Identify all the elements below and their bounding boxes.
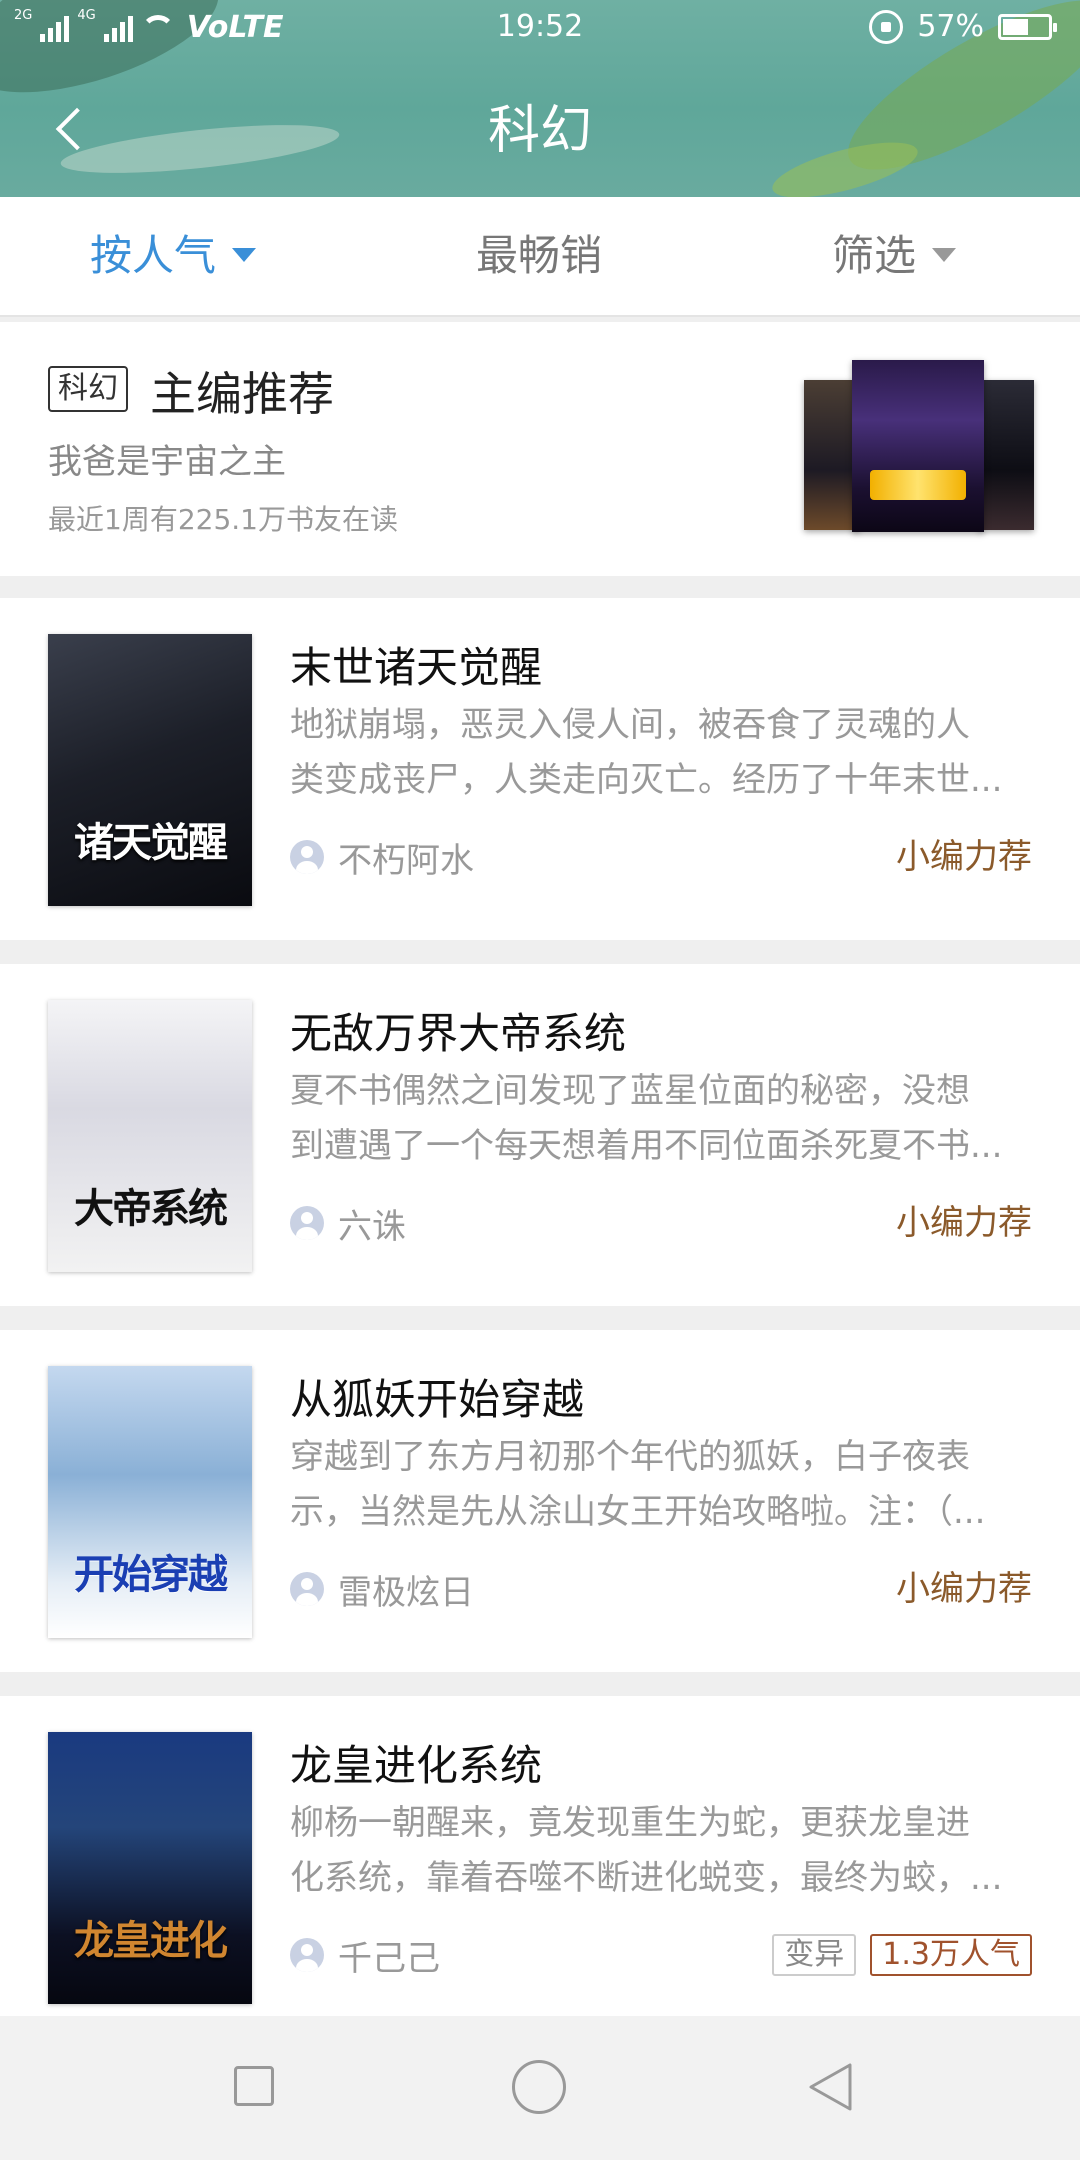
book-description: 柳杨一朝醒来，竟发现重生为蛇，更获龙皇进 化系统，靠着吞噬不断进化蜕变，最终为蛟… [290, 1796, 1034, 1906]
caret-down-icon [932, 247, 957, 262]
description-line: 类变成丧尸，人类走向灭亡。经历了十年末世... [290, 760, 1003, 800]
book-title: 从狐妖开始穿越 [290, 1375, 585, 1424]
sort-tabs: 按人气 最畅销 筛选 [0, 197, 1080, 317]
author-name: 六诛 [338, 1206, 406, 1247]
author-name: 千己己 [338, 1938, 440, 1979]
system-nav-bar [0, 2016, 1080, 2160]
book-cover [978, 380, 1034, 530]
tab-label: 按人气 [90, 231, 217, 280]
description-line: 柳杨一朝醒来，竟发现重生为蛇，更获龙皇进 [290, 1803, 970, 1843]
cover-title: 大帝系统 [74, 1185, 228, 1232]
recent-apps-button[interactable] [234, 2066, 274, 2106]
user-icon [290, 1938, 324, 1972]
back-triangle-button[interactable] [808, 2062, 852, 2112]
description-line: 化系统，靠着吞噬不断进化蜕变，最终为蛟，... [290, 1858, 1003, 1898]
user-icon [290, 840, 324, 874]
author: 千己己 [290, 1932, 440, 1979]
recommend-tag: 小编力荐 [896, 837, 1032, 877]
description-line: 示，当然是先从涂山女王开始攻略啦。注：（... [290, 1492, 986, 1532]
list-item[interactable]: 龙皇进化 龙皇进化系统 柳杨一朝醒来，竟发现重生为蛇，更获龙皇进 化系统，靠着吞… [0, 1696, 1080, 2016]
book-cover [852, 360, 984, 532]
editor-recommend-card[interactable]: 科幻 主编推荐 我爸是宇宙之主 最近1周有225.1万书友在读 [0, 322, 1080, 576]
popularity-tag: 1.3万人气 [870, 1934, 1032, 1976]
recommend-tag: 小编力荐 [896, 1203, 1032, 1243]
list-item[interactable]: 开始穿越 从狐妖开始穿越 穿越到了东方月初那个年代的狐妖，白子夜表 示，当然是先… [0, 1330, 1080, 1672]
author: 不朽阿水 [290, 834, 474, 881]
description-line: 到遭遇了一个每天想着用不同位面杀死夏不书... [290, 1126, 1003, 1166]
author-name: 雷极炫日 [338, 1572, 474, 1613]
book-description: 夏不书偶然之间发现了蓝星位面的秘密，没想 到遭遇了一个每天想着用不同位面杀死夏不… [290, 1064, 1034, 1174]
description-line: 地狱崩塌，恶灵入侵人间，被吞食了灵魂的人 [290, 705, 970, 745]
rotation-lock-icon [869, 9, 904, 44]
battery-icon [998, 13, 1057, 40]
home-button[interactable] [512, 2060, 566, 2114]
recommend-tag: 小编力荐 [896, 1569, 1032, 1609]
cover-stack [804, 360, 1034, 532]
book-title: 龙皇进化系统 [290, 1741, 543, 1790]
status-bar: 2G 4G VoLTE 19:52 57% [0, 0, 1080, 56]
author: 六诛 [290, 1200, 406, 1247]
tag-group: 变异 1.3万人气 [772, 1934, 1032, 1976]
page-title: 科幻 [487, 101, 592, 161]
cover-title: 龙皇进化 [74, 1917, 228, 1964]
recommend-title: 主编推荐 [150, 367, 334, 421]
description-line: 夏不书偶然之间发现了蓝星位面的秘密，没想 [290, 1071, 970, 1111]
user-icon [290, 1206, 324, 1240]
tab-popularity[interactable]: 按人气 [90, 197, 257, 317]
tab-bestselling[interactable]: 最畅销 [476, 197, 602, 317]
list-item[interactable]: 大帝系统 无敌万界大帝系统 夏不书偶然之间发现了蓝星位面的秘密，没想 到遭遇了一… [0, 964, 1080, 1306]
book-cover: 大帝系统 [48, 1000, 252, 1272]
author: 雷极炫日 [290, 1566, 474, 1613]
book-cover: 龙皇进化 [48, 1732, 252, 2004]
author-name: 不朽阿水 [338, 840, 474, 881]
cover-title: 诸天觉醒 [74, 819, 228, 866]
tab-label: 最畅销 [476, 231, 603, 280]
category-badge: 科幻 [48, 366, 128, 412]
book-title: 末世诸天觉醒 [290, 643, 543, 692]
tab-filter[interactable]: 筛选 [832, 197, 957, 317]
book-description: 地狱崩塌，恶灵入侵人间，被吞食了灵魂的人 类变成丧尸，人类走向灭亡。经历了十年末… [290, 698, 1034, 808]
recommend-book-title: 我爸是宇宙之主 [48, 442, 286, 482]
genre-tag: 变异 [772, 1934, 857, 1976]
book-cover: 开始穿越 [48, 1366, 252, 1638]
cover-title: 开始穿越 [74, 1551, 228, 1598]
book-cover: 诸天觉醒 [48, 634, 252, 906]
recommend-readers: 最近1周有225.1万书友在读 [48, 503, 398, 536]
user-icon [290, 1572, 324, 1606]
description-line: 穿越到了东方月初那个年代的狐妖，白子夜表 [290, 1437, 970, 1477]
battery-percent: 57% [917, 9, 984, 44]
list-item[interactable]: 诸天觉醒 末世诸天觉醒 地狱崩塌，恶灵入侵人间，被吞食了灵魂的人 类变成丧尸，人… [0, 598, 1080, 940]
book-description: 穿越到了东方月初那个年代的狐妖，白子夜表 示，当然是先从涂山女王开始攻略啦。注：… [290, 1430, 1034, 1540]
tab-label: 筛选 [832, 231, 917, 280]
caret-down-icon [232, 247, 257, 262]
header: 2G 4G VoLTE 19:52 57% 科幻 [0, 0, 1080, 197]
book-title: 无敌万界大帝系统 [290, 1009, 627, 1058]
